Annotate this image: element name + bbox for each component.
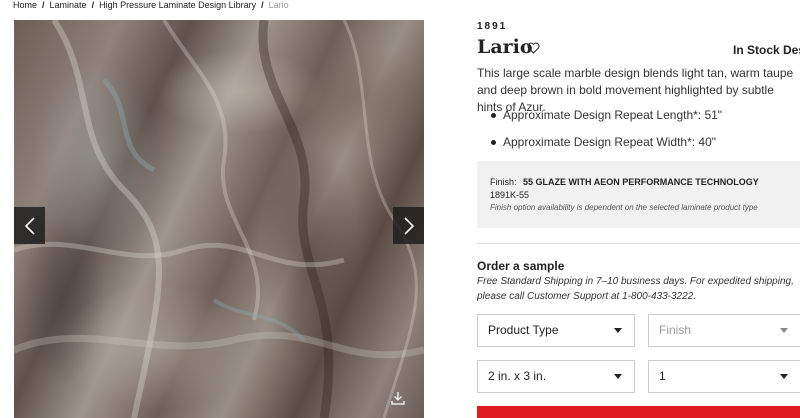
prev-image-button[interactable] — [14, 207, 45, 244]
breadcrumb-design-library[interactable]: High Pressure Laminate Design Library — [99, 0, 256, 10]
finish-code: 1891K-55 — [490, 190, 530, 200]
finish-value: 55 GLAZE WITH AEON PERFORMANCE TECHNOLOG… — [523, 177, 759, 187]
size-select[interactable]: 2 in. x 3 in. — [477, 360, 635, 393]
caret-down-icon — [780, 374, 788, 379]
breadcrumb-separator: / — [42, 0, 45, 10]
breadcrumb-laminate[interactable]: Laminate — [50, 0, 87, 10]
download-icon[interactable] — [390, 390, 406, 406]
breadcrumb-separator: / — [261, 0, 264, 10]
product-image[interactable] — [14, 20, 424, 418]
finish-info: Finish: 55 GLAZE WITH AEON PERFORMANCE T… — [477, 161, 800, 228]
product-type-select[interactable]: Product Type — [477, 314, 635, 347]
quantity-select[interactable]: 1 — [648, 360, 800, 393]
spec-repeat-length: Approximate Design Repeat Length*: 51" — [490, 107, 722, 134]
breadcrumb: Home / Laminate / High Pressure Laminate Des… — [13, 0, 289, 12]
caret-down-icon — [614, 328, 622, 333]
chevron-right-icon — [403, 216, 414, 235]
order-sample-heading: Order a sample — [477, 259, 565, 273]
product-type-value: Product Type — [488, 323, 559, 337]
breadcrumb-home[interactable]: Home — [13, 0, 37, 10]
marble-texture — [14, 20, 424, 418]
caret-down-icon — [614, 374, 622, 379]
caret-down-icon — [780, 328, 788, 333]
finish-select-value: Finish — [659, 323, 692, 337]
breadcrumb-current: Lario — [268, 0, 289, 10]
breadcrumb-separator: / — [91, 0, 95, 10]
spec-repeat-width: Approximate Design Repeat Width*: 40" — [490, 134, 722, 161]
heart-icon[interactable] — [527, 42, 540, 54]
page-title: Lario — [477, 36, 533, 58]
finish-label: Finish: — [490, 177, 517, 187]
divider — [477, 243, 800, 244]
design-number: 1891 — [477, 21, 508, 32]
chevron-left-icon — [24, 216, 35, 235]
spec-list: Approximate Design Repeat Length*: 51" A… — [490, 107, 722, 161]
stock-status: In Stock Design — [733, 43, 800, 57]
add-sample-button[interactable] — [477, 406, 800, 418]
size-value: 2 in. x 3 in. — [488, 369, 547, 383]
next-image-button[interactable] — [393, 207, 424, 244]
finish-select[interactable]: Finish — [648, 314, 800, 347]
shipping-note: Free Standard Shipping in 7–10 business … — [477, 276, 794, 302]
finish-note: Finish option availability is dependent … — [490, 203, 758, 212]
quantity-value: 1 — [659, 369, 666, 383]
